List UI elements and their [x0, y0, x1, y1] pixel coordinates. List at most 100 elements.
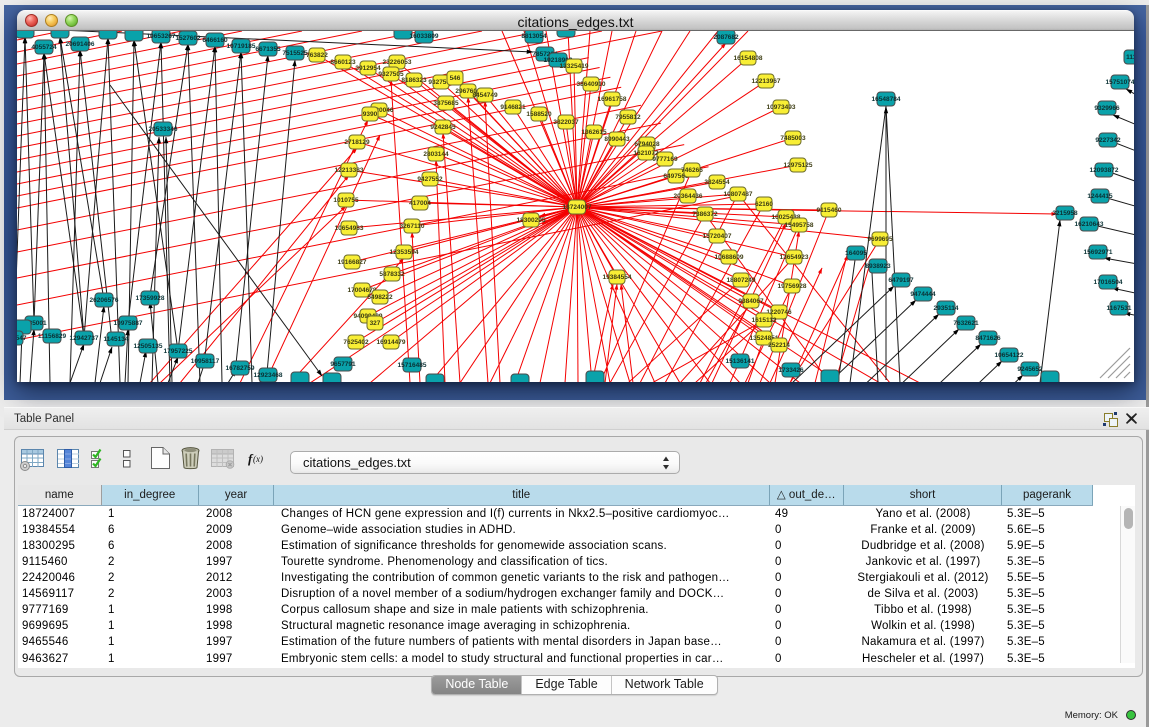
svg-text:1588520: 1588520 — [526, 111, 552, 118]
svg-text:8813054: 8813054 — [521, 33, 547, 40]
svg-text:5878332: 5878332 — [379, 271, 405, 278]
svg-text:327: 327 — [370, 320, 381, 327]
svg-text:9146821: 9146821 — [500, 104, 526, 111]
svg-text:9384067: 9384067 — [738, 298, 764, 305]
svg-text:8660123: 8660123 — [330, 59, 356, 66]
svg-text:12093872: 12093872 — [1090, 167, 1119, 174]
svg-text:20533346: 20533346 — [149, 126, 178, 133]
svg-text:10958117: 10958117 — [191, 358, 220, 365]
svg-text:(x): (x) — [253, 454, 263, 464]
svg-text:10807487: 10807487 — [724, 191, 753, 198]
svg-text:10653267: 10653267 — [147, 33, 176, 40]
svg-text:252214: 252214 — [768, 342, 790, 349]
svg-text:15716485: 15716485 — [398, 362, 427, 369]
svg-text:1615112: 1615112 — [752, 317, 777, 324]
svg-text:9242845: 9242845 — [430, 124, 456, 131]
svg-text:12213383: 12213383 — [335, 167, 364, 174]
svg-text:1244415: 1244415 — [1087, 193, 1113, 200]
svg-text:16033809: 16033809 — [410, 33, 439, 40]
svg-text:10654983: 10654983 — [335, 225, 364, 232]
svg-text:7485003: 7485003 — [780, 135, 806, 142]
svg-text:1145134: 1145134 — [104, 336, 129, 343]
svg-text:2087682: 2087682 — [713, 34, 739, 41]
svg-text:10654122: 10654122 — [995, 352, 1024, 359]
svg-text:8454749: 8454749 — [472, 92, 498, 99]
svg-text:6479197: 6479197 — [888, 277, 914, 284]
svg-text:5498222: 5498222 — [367, 294, 393, 301]
svg-text:3875685: 3875685 — [433, 100, 459, 107]
svg-text:38640910: 38640910 — [577, 81, 606, 88]
svg-text:13654923: 13654923 — [780, 254, 809, 261]
svg-text:2803144: 2803144 — [423, 151, 449, 158]
svg-text:9327505: 9327505 — [378, 71, 404, 78]
svg-text:2718129: 2718129 — [344, 139, 370, 146]
svg-text:12975125: 12975125 — [784, 162, 813, 169]
svg-text:417004: 417004 — [409, 200, 431, 207]
svg-text:1010755: 1010755 — [333, 197, 359, 204]
svg-text:9427552: 9427552 — [417, 176, 443, 183]
svg-text:12942737: 12942737 — [70, 335, 99, 342]
svg-text:16154808: 16154808 — [734, 55, 763, 62]
svg-text:12505135: 12505135 — [134, 343, 163, 350]
svg-text:15692971: 15692971 — [1084, 249, 1113, 256]
svg-text:17957225: 17957225 — [164, 348, 193, 355]
svg-text:17359928: 17359928 — [136, 295, 165, 302]
svg-text:18807249: 18807249 — [727, 277, 756, 284]
svg-text:2935114: 2935114 — [934, 305, 959, 312]
svg-text:15751074: 15751074 — [1106, 79, 1134, 86]
svg-text:8471626: 8471626 — [975, 335, 1001, 342]
svg-text:10719185: 10719185 — [227, 43, 256, 50]
svg-text:7632621: 7632621 — [953, 320, 979, 327]
svg-text:19166827: 19166827 — [338, 259, 367, 266]
svg-text:9115460: 9115460 — [817, 207, 842, 214]
svg-text:1112: 1112 — [1126, 54, 1134, 61]
svg-text:3267110: 3267110 — [400, 223, 425, 230]
svg-text:4055724: 4055724 — [31, 44, 57, 51]
svg-text:18724007: 18724007 — [563, 204, 592, 211]
svg-text:15136141: 15136141 — [726, 358, 755, 365]
svg-text:20364436: 20364436 — [674, 193, 703, 200]
svg-text:15495758: 15495758 — [785, 222, 814, 229]
svg-text:62160: 62160 — [755, 201, 773, 208]
svg-text:3215958: 3215958 — [1052, 210, 1078, 217]
svg-text:8938923: 8938923 — [865, 263, 891, 270]
svg-text:12923468: 12923468 — [254, 372, 283, 379]
svg-text:6671355: 6671355 — [255, 46, 281, 53]
svg-text:18300295: 18300295 — [517, 217, 546, 224]
svg-text:16914479: 16914479 — [377, 339, 406, 346]
svg-text:8990443: 8990443 — [604, 136, 630, 143]
svg-text:8186323: 8186323 — [401, 77, 427, 84]
svg-text:546: 546 — [450, 75, 461, 82]
svg-text:9245652: 9245652 — [1017, 366, 1043, 373]
svg-text:9657791: 9657791 — [330, 361, 356, 368]
svg-text:20691406: 20691406 — [66, 41, 95, 48]
svg-text:3822037: 3822037 — [553, 119, 579, 126]
svg-text:7955812: 7955812 — [615, 114, 641, 121]
svg-text:1362615: 1362615 — [581, 129, 607, 136]
svg-text:23226053: 23226053 — [383, 59, 412, 66]
svg-text:1167531: 1167531 — [1107, 305, 1132, 312]
svg-text:6466160: 6466160 — [202, 37, 228, 44]
svg-text:16961758: 16961758 — [598, 96, 627, 103]
svg-text:16548784: 16548784 — [872, 96, 901, 103]
svg-text:7386372: 7386372 — [692, 211, 718, 218]
svg-text:3912954: 3912954 — [355, 65, 381, 72]
svg-text:746266: 746266 — [681, 167, 703, 174]
svg-text:13325419: 13325419 — [560, 63, 589, 70]
svg-text:12353594: 12353594 — [390, 249, 419, 256]
svg-text:19384554: 19384554 — [603, 274, 632, 281]
svg-text:9777169: 9777169 — [652, 156, 678, 163]
svg-text:9474444: 9474444 — [910, 291, 936, 298]
svg-text:17016504: 17016504 — [1094, 279, 1123, 286]
svg-text:26206576: 26206576 — [90, 297, 119, 304]
svg-text:9227342: 9227342 — [1095, 137, 1121, 144]
svg-text:1527602: 1527602 — [175, 35, 201, 42]
svg-text:9390: 9390 — [363, 111, 378, 118]
svg-text:9329966: 9329966 — [1094, 105, 1120, 112]
svg-text:11156829: 11156829 — [38, 333, 67, 340]
svg-text:3824554: 3824554 — [704, 179, 730, 186]
svg-text:10973493: 10973493 — [767, 104, 796, 111]
svg-text:3911547: 3911547 — [17, 335, 27, 342]
svg-text:10688609: 10688609 — [715, 254, 744, 261]
svg-text:15720407: 15720407 — [703, 233, 732, 240]
